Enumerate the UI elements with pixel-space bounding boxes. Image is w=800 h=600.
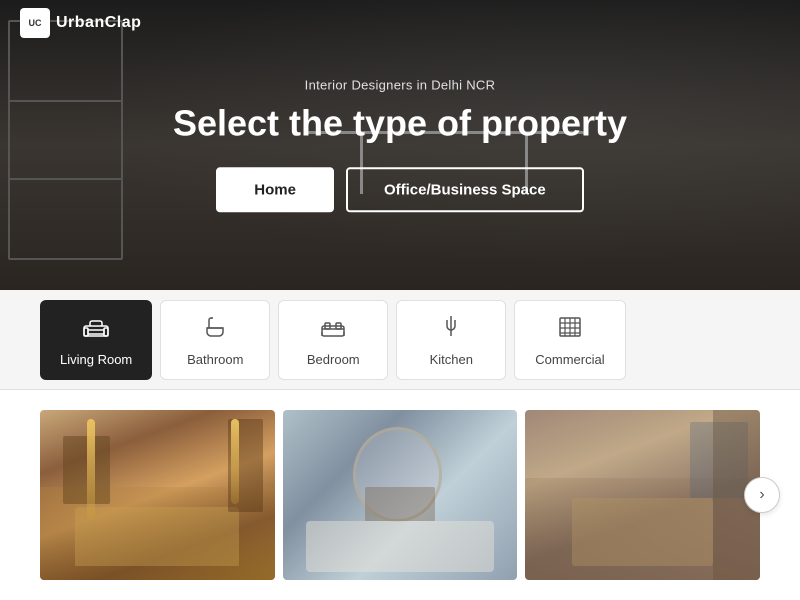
room-item-commercial[interactable]: Commercial (514, 300, 625, 380)
logo[interactable]: UC UrbanClap (20, 8, 141, 38)
kitchen-label: Kitchen (430, 352, 473, 367)
hero-title: Select the type of property (0, 102, 800, 143)
commercial-label: Commercial (535, 352, 604, 367)
room-type-selector: Living Room Bathroom Bedroom (0, 290, 800, 390)
gallery-image-2[interactable] (283, 410, 518, 580)
gallery-section: › (0, 390, 800, 600)
living-room-icon (82, 312, 110, 344)
logo-icon: UC (20, 8, 50, 38)
commercial-icon (556, 312, 584, 344)
office-button[interactable]: Office/Business Space (346, 168, 584, 213)
hero-subtitle: Interior Designers in Delhi NCR (0, 77, 800, 92)
property-type-buttons: Home Office/Business Space (0, 168, 800, 213)
bedroom-icon (319, 312, 347, 344)
room-item-living-room[interactable]: Living Room (40, 300, 152, 380)
room-item-kitchen[interactable]: Kitchen (396, 300, 506, 380)
hero-section: UC UrbanClap Interior Designers in Delhi… (0, 0, 800, 290)
gallery-images (40, 410, 760, 580)
living-room-label: Living Room (60, 352, 132, 367)
bathroom-icon (201, 312, 229, 344)
navbar: UC UrbanClap (0, 0, 800, 46)
brand-name: UrbanClap (56, 14, 141, 32)
bathroom-label: Bathroom (187, 352, 243, 367)
gallery-image-1[interactable] (40, 410, 275, 580)
bedroom-label: Bedroom (307, 352, 360, 367)
room-item-bedroom[interactable]: Bedroom (278, 300, 388, 380)
room-item-bathroom[interactable]: Bathroom (160, 300, 270, 380)
home-button[interactable]: Home (216, 168, 334, 213)
kitchen-icon (437, 312, 465, 344)
gallery-image-3[interactable] (525, 410, 760, 580)
gallery-next-button[interactable]: › (744, 477, 780, 513)
hero-content: Interior Designers in Delhi NCR Select t… (0, 77, 800, 212)
